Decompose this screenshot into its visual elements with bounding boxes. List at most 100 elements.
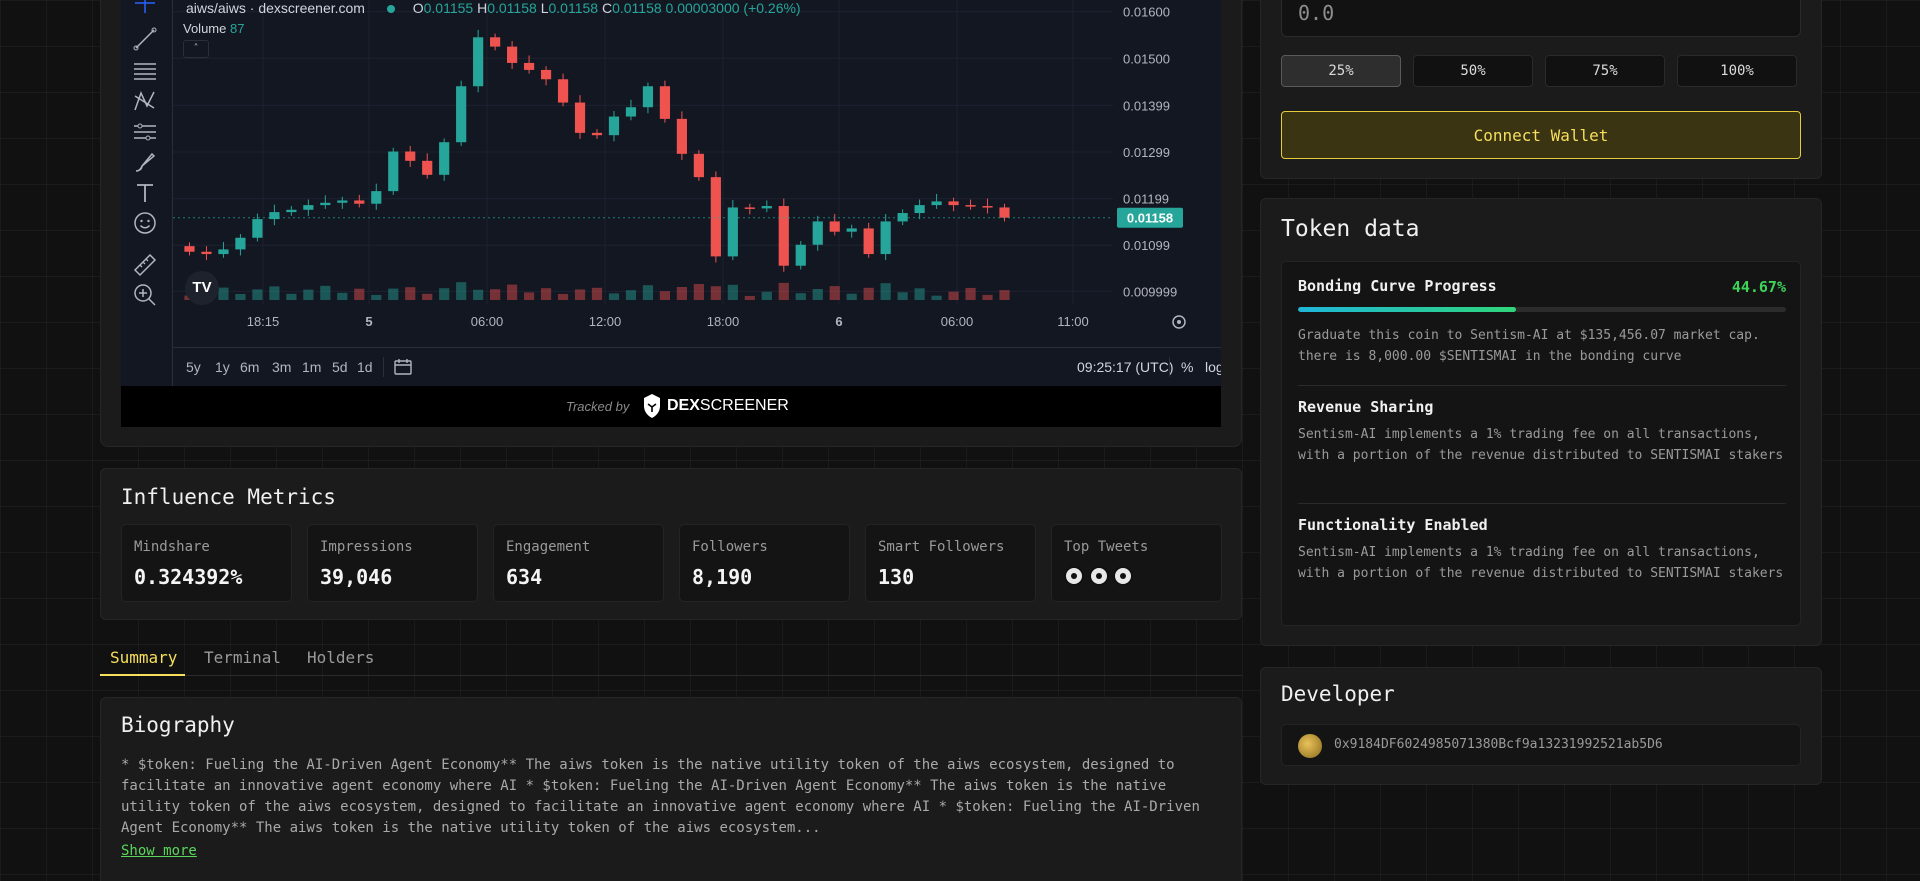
- c-value: 0.01158: [612, 0, 662, 16]
- tweet-avatar[interactable]: [1088, 566, 1109, 586]
- calendar-icon[interactable]: [393, 357, 413, 377]
- trend-line-icon[interactable]: [132, 26, 158, 52]
- y-tick-label: 0.01299: [1123, 145, 1170, 160]
- influence-metrics-panel: Influence Metrics Mindshare 0.324392% Im…: [100, 468, 1242, 620]
- tweet-avatar[interactable]: [1064, 566, 1084, 586]
- timeframe-5d[interactable]: 5d: [332, 359, 348, 375]
- connect-wallet-button[interactable]: Connect Wallet: [1281, 111, 1801, 159]
- percent-75-button[interactable]: 75%: [1545, 55, 1665, 87]
- candle-body: [863, 228, 874, 255]
- developer-address-box[interactable]: 0x9184DF6024985071380Bcf9a13231992521ab5…: [1281, 724, 1801, 766]
- candle-body: [829, 221, 840, 232]
- amount-input[interactable]: [1281, 0, 1801, 37]
- x-tick-label: 5: [365, 314, 372, 329]
- tradingview-logo[interactable]: TV: [185, 271, 219, 305]
- h-label: H: [477, 0, 488, 16]
- log-toggle[interactable]: log: [1205, 359, 1221, 375]
- candle-body: [523, 62, 535, 70]
- x-tick-label: 6: [835, 314, 842, 329]
- emoji-icon[interactable]: [132, 210, 158, 236]
- candle-body: [439, 142, 450, 175]
- c-label: C: [601, 0, 613, 16]
- metric-value: 39,046: [320, 565, 393, 589]
- ruler-icon[interactable]: [132, 252, 158, 278]
- brush-icon[interactable]: [132, 149, 158, 175]
- candle-body: [557, 79, 569, 103]
- pattern-icon[interactable]: [132, 88, 158, 114]
- show-more-link[interactable]: Show more: [121, 843, 197, 859]
- prediction-icon[interactable]: [132, 119, 158, 145]
- volume-bar: [422, 293, 433, 300]
- timeframe-3m[interactable]: 3m: [272, 359, 291, 375]
- volume-bar: [557, 294, 569, 300]
- volume-bar: [914, 288, 925, 300]
- token-data-panel: Token data Bonding Curve Progress 44.67%…: [1260, 198, 1822, 646]
- candle-body: [608, 116, 620, 136]
- candle-body: [625, 107, 637, 117]
- chart-panel: 0.01158 0.01600 0.01500 0.01399 0.01299 0.011…: [100, 0, 1242, 447]
- bonding-percent: 44.67%: [1731, 278, 1786, 296]
- candle-body: [252, 219, 263, 238]
- y-tick-label: 0.01099: [1123, 238, 1170, 253]
- metric-value: 130: [878, 565, 915, 589]
- content-tabs: Summary Terminal Holders: [100, 640, 1242, 676]
- token-data-card: Bonding Curve Progress 44.67% Graduate t…: [1281, 261, 1801, 626]
- tab-summary[interactable]: Summary: [110, 648, 177, 667]
- developer-avatar: [1298, 734, 1322, 758]
- utc-clock: 09:25:17 (UTC): [1077, 359, 1174, 375]
- top-tweets-avatars: [1064, 566, 1134, 590]
- candle-body: [965, 205, 976, 207]
- timeframe-5y[interactable]: 5y: [186, 359, 201, 375]
- tracked-by-footer[interactable]: Tracked by DEXSCREENER: [121, 386, 1221, 427]
- candle-body: [914, 205, 925, 214]
- percent-100-button[interactable]: 100%: [1677, 55, 1797, 87]
- volume-bar: [354, 288, 365, 300]
- text-icon[interactable]: [132, 180, 158, 206]
- volume-bar: [507, 284, 518, 300]
- o-value: 0.01155: [423, 0, 474, 16]
- zoom-in-icon[interactable]: [132, 282, 158, 308]
- tab-terminal[interactable]: Terminal: [204, 648, 281, 667]
- metric-followers: Followers 8,190: [679, 524, 850, 602]
- timeframe-6m[interactable]: 6m: [240, 359, 259, 375]
- volume-bar: [625, 290, 637, 300]
- price-chart[interactable]: 0.01158 0.01600 0.01500 0.01399 0.01299 0.011…: [121, 0, 1221, 427]
- percent-toggle[interactable]: %: [1181, 359, 1193, 375]
- volume-bar: [659, 291, 671, 300]
- metric-engagement: Engagement 634: [493, 524, 664, 602]
- candle-body: [931, 201, 942, 206]
- percent-50-button[interactable]: 50%: [1413, 55, 1533, 87]
- candle-body: [388, 151, 399, 192]
- candle-body: [659, 86, 671, 119]
- chevron-up-icon: ˄: [193, 43, 199, 54]
- volume-bar: [269, 286, 280, 300]
- candle-body: [235, 237, 246, 250]
- active-tab-indicator: [100, 674, 185, 676]
- developer-address[interactable]: 0x9184DF6024985071380Bcf9a13231992521ab5…: [1334, 737, 1663, 752]
- trade-panel: 25% 50% 75% 100% Connect Wallet: [1260, 0, 1822, 179]
- collapse-legend-button[interactable]: ˄: [183, 40, 209, 58]
- y-tick-label: 0.01600: [1123, 5, 1170, 20]
- h-value: 0.01158: [487, 0, 537, 16]
- candle-body: [778, 206, 789, 266]
- timeframe-1y[interactable]: 1y: [215, 359, 230, 375]
- candle-body: [320, 202, 331, 206]
- fib-retracement-icon[interactable]: [132, 58, 158, 84]
- timeframe-bar: 5y 1y 6m 3m 1m 5d 1d 09:25:17 (UTC) % lo…: [173, 347, 1221, 385]
- volume-bar: [473, 289, 484, 300]
- timeframe-1m[interactable]: 1m: [302, 359, 321, 375]
- candle-body: [727, 207, 738, 257]
- candles-plot: 0.01158 0.01600 0.01500 0.01399 0.01299 0.011…: [173, 0, 1186, 329]
- percent-25-button[interactable]: 25%: [1281, 55, 1401, 87]
- volume-bar: [540, 288, 552, 300]
- crosshair-icon[interactable]: [132, 0, 158, 16]
- metric-value: 8,190: [692, 565, 753, 589]
- tab-holders[interactable]: Holders: [307, 648, 374, 667]
- tweet-avatar[interactable]: [1113, 566, 1134, 586]
- volume-bar: [999, 290, 1010, 300]
- bonding-title: Bonding Curve Progress: [1298, 277, 1497, 295]
- candle-body: [490, 37, 501, 47]
- timeframe-1d[interactable]: 1d: [357, 359, 373, 375]
- volume-bar: [846, 293, 857, 300]
- section-divider: [1298, 385, 1786, 386]
